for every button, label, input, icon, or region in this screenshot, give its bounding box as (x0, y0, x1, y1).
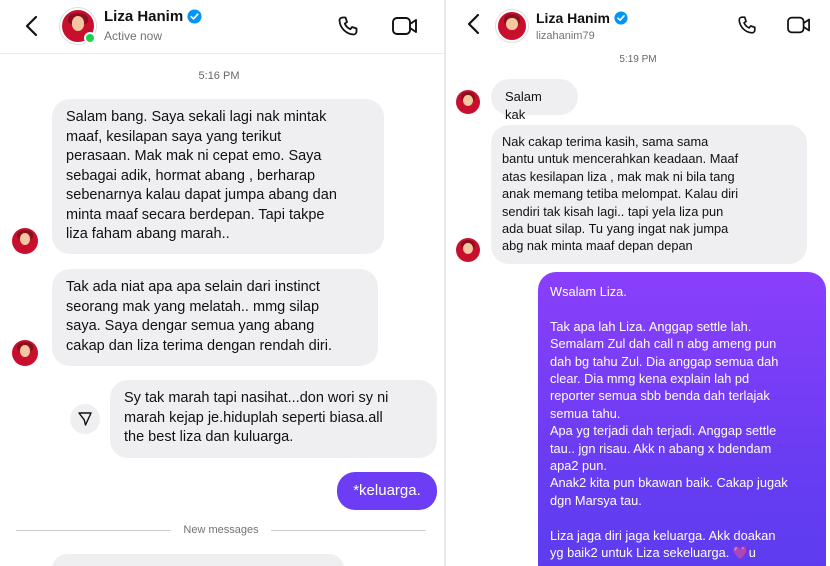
chat-header: Liza Hanim lizahanim79 (446, 0, 830, 48)
contact-name[interactable]: Liza Hanim (536, 10, 629, 26)
verified-badge-icon (187, 9, 202, 24)
sender-avatar[interactable] (12, 340, 38, 366)
share-icon[interactable] (70, 404, 100, 434)
sender-avatar[interactable] (456, 90, 480, 114)
new-messages-label: New messages (183, 524, 259, 536)
incoming-message[interactable]: Tak ada niat apa apa selain dari instinc… (52, 269, 378, 366)
message-timestamp: 5:16 PM (198, 70, 240, 82)
right-chat-panel: Liza Hanim lizahanim79 5:19 PM Salam kak… (446, 0, 830, 566)
new-messages-divider: New messages (16, 523, 427, 537)
avatar[interactable] (496, 10, 528, 42)
incoming-message-partial[interactable] (52, 554, 344, 566)
contact-name-text: Liza Hanim (104, 8, 184, 25)
video-call-icon[interactable] (786, 14, 812, 41)
chat-header: Liza Hanim Active now (0, 0, 446, 54)
active-status: Active now (104, 29, 163, 43)
username: lizahanim79 (536, 30, 595, 42)
online-indicator (84, 32, 96, 44)
contact-name[interactable]: Liza Hanim (104, 8, 202, 25)
incoming-message[interactable]: Nak cakap terima kasih, sama sama bantu … (491, 125, 807, 264)
contact-name-text: Liza Hanim (536, 10, 610, 26)
back-arrow-icon[interactable] (20, 12, 42, 40)
outgoing-message[interactable]: *keluarga. (337, 472, 437, 510)
sender-avatar[interactable] (12, 228, 38, 254)
back-arrow-icon[interactable] (462, 10, 484, 38)
incoming-message[interactable]: Salam kak (491, 79, 578, 122)
sender-avatar[interactable] (456, 238, 480, 262)
outgoing-message[interactable]: Sy tak marah tapi nasihat...don wori sy … (110, 380, 437, 458)
phone-call-icon[interactable] (736, 14, 758, 41)
verified-badge-icon (614, 10, 629, 26)
phone-call-icon[interactable] (336, 14, 360, 43)
video-call-icon[interactable] (391, 14, 419, 43)
message-timestamp: 5:19 PM (619, 54, 657, 65)
outgoing-message[interactable]: Wsalam Liza. Tak apa lah Liza. Anggap se… (538, 272, 826, 566)
left-chat-panel: Liza Hanim Active now 5:16 PM Salam bang… (0, 0, 446, 566)
incoming-message[interactable]: Salam bang. Saya sekali lagi nak mintak … (52, 99, 384, 254)
